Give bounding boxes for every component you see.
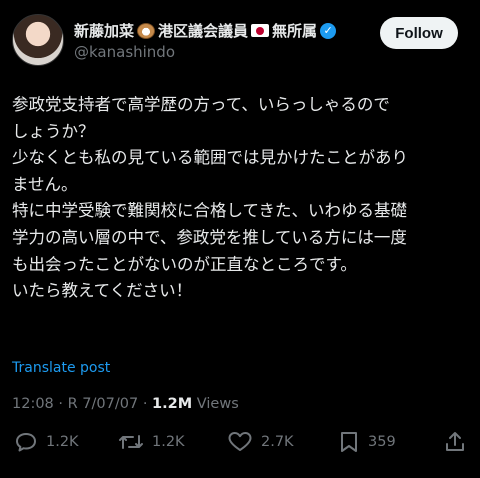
post-line: も出会ったことがないのが正直なところです。: [12, 254, 357, 274]
post-time[interactable]: 12:08: [12, 396, 54, 412]
like-count: 2.7K: [261, 434, 294, 450]
post-text: 参政党支持者で高学歴の方って、いらっしゃるので しょうか？ 少なくとも私の見てい…: [12, 92, 468, 305]
author-name[interactable]: 新藤加菜: [74, 20, 134, 41]
reply-icon: [16, 433, 36, 452]
post-line: 特に中学受験で難関校に合格してきた、いわゆる基礎: [12, 201, 408, 221]
translate-post-link[interactable]: Translate post: [12, 360, 110, 376]
reply-button[interactable]: 1.2K: [14, 430, 79, 454]
post-line: 少なくとも私の見ている範囲では見かけたことがあり: [12, 148, 408, 168]
repost-icon: [119, 435, 143, 449]
author-handle[interactable]: @kanashindo: [74, 43, 175, 61]
post-meta: 12:08 · R 7/07/07 · 1.2M Views: [12, 396, 239, 412]
follow-button[interactable]: Follow: [380, 17, 458, 49]
avatar[interactable]: [12, 14, 64, 66]
views-count: 1.2M: [152, 396, 193, 412]
post-line: 学力の高い層の中で、参政党を推している方には一度: [12, 227, 407, 247]
action-bar: 1.2K 1.2K 2.7K 359: [12, 430, 468, 460]
post-header: 新藤加菜 港区議会議員 無所属 ✓ @kanashindo Follow: [12, 14, 468, 70]
post-line: 参政党支持者で高学歴の方って、いらっしゃるので: [12, 95, 390, 114]
post-line: いたら教えてください！: [12, 281, 193, 301]
repost-button[interactable]: 1.2K: [118, 430, 185, 454]
meta-separator: ·: [142, 396, 148, 412]
author-affiliation[interactable]: 無所属: [272, 20, 317, 41]
post-line: ません。: [12, 174, 78, 194]
bookmark-count: 359: [368, 434, 396, 450]
post-line: しょうか？: [12, 121, 95, 141]
bookmark-button[interactable]: 359: [338, 430, 396, 454]
author-name-row[interactable]: 新藤加菜 港区議会議員 無所属 ✓: [74, 20, 337, 41]
japan-flag-icon: [251, 24, 270, 37]
meta-separator: ·: [58, 396, 64, 412]
verified-badge-icon[interactable]: ✓: [320, 22, 337, 39]
views-label: Views: [196, 396, 239, 412]
dog-emoji-icon: [137, 22, 156, 39]
post-date[interactable]: R 7/07/07: [68, 396, 139, 412]
bookmark-icon: [341, 432, 357, 452]
like-button[interactable]: 2.7K: [227, 430, 294, 454]
heart-icon: [228, 432, 252, 451]
repost-count: 1.2K: [152, 434, 185, 450]
share-icon: [446, 432, 464, 451]
author-title[interactable]: 港区議会議員: [158, 20, 248, 41]
share-button[interactable]: [444, 430, 466, 454]
reply-count: 1.2K: [46, 434, 79, 450]
